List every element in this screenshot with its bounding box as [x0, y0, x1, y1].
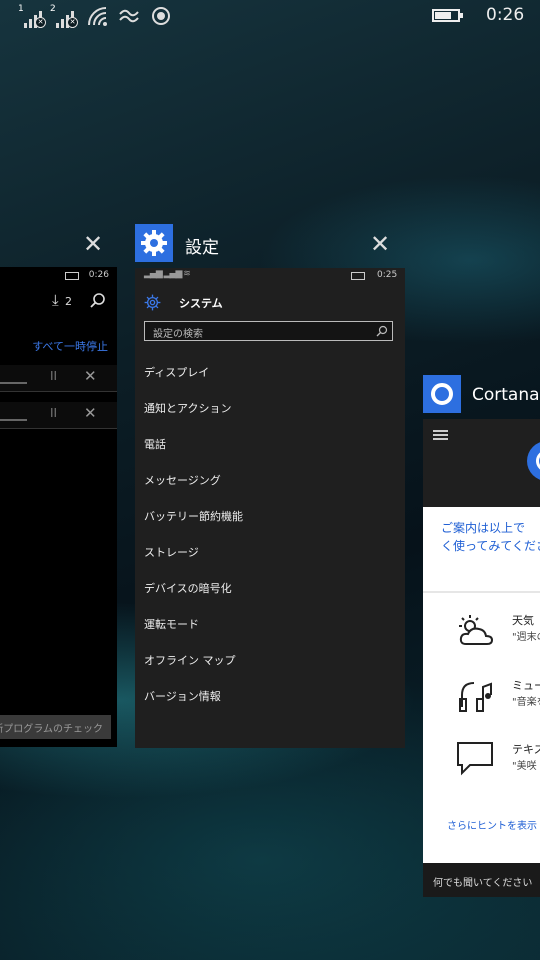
suggestion-weather-sub: "週末の — [512, 632, 540, 643]
cortana-orb-icon — [527, 441, 540, 481]
gear-icon — [144, 294, 161, 311]
cortana-message-line1: ご案内は以上で — [441, 521, 526, 535]
download-count: 2 — [65, 295, 72, 308]
cortana-app-icon — [423, 375, 461, 413]
settings-app-icon — [135, 224, 173, 262]
battery-icon — [432, 9, 463, 22]
pause-icon[interactable]: II — [50, 369, 57, 383]
download-row: II ✕ — [0, 402, 117, 429]
mini-battery-icon — [65, 272, 79, 280]
location-icon — [152, 7, 170, 25]
check-updates-label: 更新プログラムのチェック — [0, 724, 103, 735]
weather-icon — [459, 615, 494, 645]
wifi-icon — [88, 7, 107, 26]
sim1-label: 1 — [18, 4, 24, 14]
pause-icon[interactable]: II — [50, 406, 57, 420]
settings-item-about[interactable]: バージョン情報 — [144, 688, 221, 704]
download-row: II ✕ — [0, 365, 117, 392]
pause-all-link[interactable]: すべて一時停止 — [32, 338, 108, 354]
progress-bar — [0, 419, 27, 421]
cortana-ring-icon — [431, 383, 453, 405]
left-card-status-time: 0:26 — [88, 270, 109, 280]
divider — [423, 591, 540, 593]
search-placeholder: 設定の検索 — [153, 329, 203, 340]
suggestion-weather[interactable]: 天気 "週末の — [423, 604, 540, 654]
cancel-icon[interactable]: ✕ — [84, 367, 97, 385]
suggestion-text[interactable]: テキスト "美咲 — [423, 733, 540, 783]
clock: 0:26 — [486, 5, 525, 25]
settings-item-display[interactable]: ディスプレイ — [144, 364, 209, 380]
cortana-app-title: Cortana — [472, 385, 540, 405]
ask-box-placeholder: 何でも聞いてください — [433, 878, 533, 889]
suggestion-weather-title: 天気 — [512, 614, 534, 627]
search-input[interactable]: 設定の検索 — [144, 321, 393, 341]
settings-item-offline-maps[interactable]: オフライン マップ — [144, 652, 236, 668]
search-icon[interactable] — [376, 325, 388, 337]
more-hints-link[interactable]: さらにヒントを表示 — [447, 817, 537, 832]
suggestion-music-title: ミュージ — [512, 679, 540, 692]
settings-app-title: 設定 — [185, 238, 219, 258]
cortana-header — [423, 419, 540, 507]
hamburger-menu-icon[interactable] — [433, 430, 448, 440]
left-app-card[interactable]: 0:26 ⤓ 2 すべて一時停止 II ✕ II ✕ 更新プログラムのチェック — [0, 267, 117, 747]
suggestion-music-sub: "音楽を — [512, 697, 540, 708]
mini-battery-icon — [351, 272, 365, 280]
cancel-icon[interactable]: ✕ — [84, 404, 97, 422]
chat-bubble-icon — [457, 742, 493, 776]
cortana-app-card[interactable]: ご案内は以上で く使ってみてくださ 天気 "週末の ミュージ "音楽を テキスト — [423, 419, 540, 897]
page-title: システム — [179, 297, 223, 310]
settings-item-encryption[interactable]: デバイスの暗号化 — [144, 580, 232, 596]
close-left-app-button[interactable]: ✕ — [79, 230, 107, 258]
mini-status-bar: ▂▄▆ ▂▄▆ ≋ 0:25 — [135, 268, 405, 282]
sim2-label: 2 — [50, 4, 56, 14]
ask-box[interactable]: 何でも聞いてください — [423, 863, 540, 897]
headphones-music-icon — [459, 682, 492, 712]
settings-item-battery-saver[interactable]: バッテリー節約機能 — [144, 508, 243, 524]
progress-bar — [0, 382, 27, 384]
status-bar: 1 ✕ 2 ✕ 0:26 — [0, 0, 540, 32]
suggestion-text-title: テキスト — [512, 743, 540, 756]
settings-item-driving-mode[interactable]: 運転モード — [144, 616, 199, 632]
settings-item-storage[interactable]: ストレージ — [144, 544, 199, 560]
gear-icon — [141, 230, 167, 256]
check-updates-button[interactable]: 更新プログラムのチェック — [0, 715, 111, 739]
settings-app-card[interactable]: ▂▄▆ ▂▄▆ ≋ 0:25 システム 設定の検索 ディスプレイ 通知とアクショ… — [135, 268, 405, 748]
signal-sim1-icon: 1 ✕ — [18, 4, 46, 28]
download-icon[interactable]: ⤓ — [52, 291, 59, 309]
mini-signal-icon: ▂▄▆ ▂▄▆ ≋ — [144, 269, 191, 279]
data-connection-icon — [119, 9, 139, 23]
suggestion-text-sub: "美咲 — [512, 761, 537, 772]
settings-item-notifications[interactable]: 通知とアクション — [144, 400, 231, 416]
signal-sim2-icon: 2 ✕ — [50, 4, 78, 28]
close-settings-button[interactable]: ✕ — [366, 230, 394, 258]
settings-item-messaging[interactable]: メッセージング — [144, 472, 221, 488]
settings-item-phone[interactable]: 電話 — [144, 436, 166, 452]
cortana-message-panel: ご案内は以上で く使ってみてくださ — [429, 507, 540, 591]
search-icon[interactable] — [89, 292, 107, 310]
suggestion-music[interactable]: ミュージ "音楽を — [423, 669, 540, 719]
mini-status-time: 0:25 — [377, 270, 398, 280]
cortana-message-line2: く使ってみてくださ — [441, 539, 540, 553]
